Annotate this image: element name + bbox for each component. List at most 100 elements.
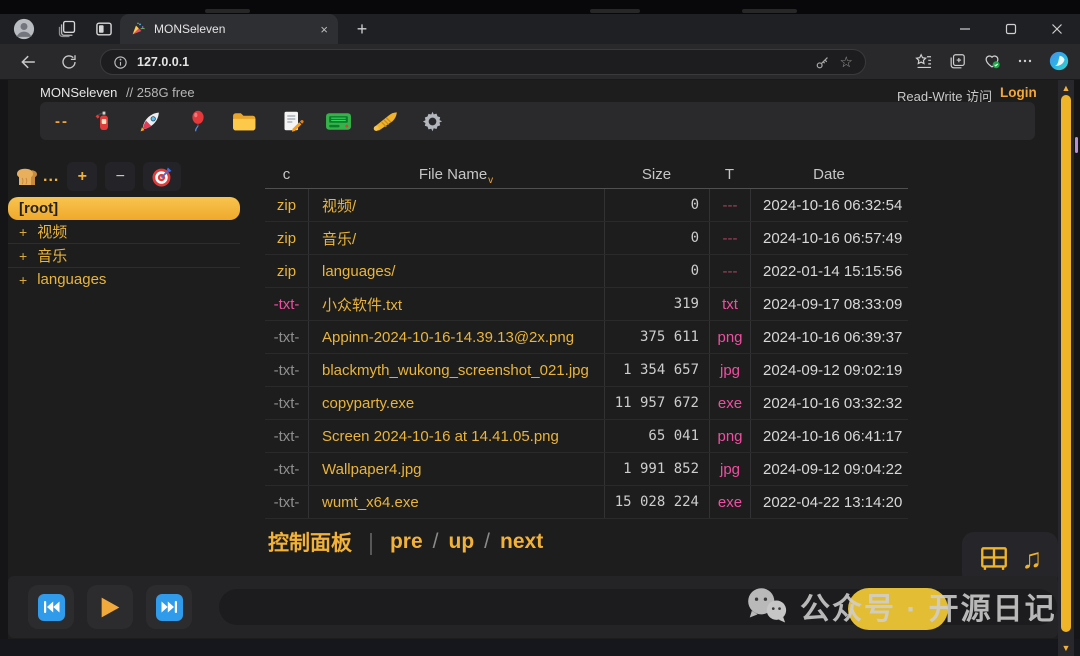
memo-icon[interactable] (278, 108, 305, 135)
file-action-link[interactable]: -txt- (265, 288, 308, 320)
trumpet-icon[interactable] (372, 108, 399, 135)
login-link[interactable]: Login (1000, 85, 1037, 100)
previous-track-button[interactable] (28, 585, 74, 629)
password-key-icon[interactable] (814, 54, 831, 71)
address-bar[interactable]: 127.0.0.1 ☆ (100, 49, 866, 75)
expand-toggle[interactable]: + (19, 272, 27, 288)
file-action-link[interactable]: -txt- (265, 354, 308, 386)
page-scrollbar[interactable]: ▲ ▼ (1058, 80, 1074, 656)
file-name-link[interactable]: Screen 2024-10-16 at 14.41.05.png (308, 420, 604, 452)
window-frame (1074, 80, 1080, 656)
file-date: 2024-09-12 09:02:19 (750, 354, 908, 386)
file-action-link[interactable]: zip (265, 189, 308, 221)
tree-item-视频[interactable]: +视频 (8, 220, 240, 243)
table-row: zip视频/0---2024-10-16 06:32:54 (265, 189, 908, 222)
new-tab-button[interactable]: + (350, 17, 374, 41)
file-action-link[interactable]: -txt- (265, 387, 308, 419)
column-header-type[interactable]: T (709, 166, 750, 183)
browser-tab[interactable]: MONSeleven × (120, 14, 338, 44)
favorites-list-icon[interactable] (914, 52, 933, 71)
table-row: -txt-Appinn-2024-10-16-14.39.13@2x.png37… (265, 321, 908, 354)
file-name-link[interactable]: 小众软件.txt (308, 288, 604, 320)
breadcrumb-toggle-button[interactable]: ... (8, 165, 59, 189)
browser-essentials-icon[interactable] (982, 51, 1002, 71)
file-date: 2024-09-12 09:04:22 (750, 453, 908, 485)
link-separator: / (484, 530, 490, 554)
next-track-button[interactable] (146, 585, 192, 629)
refresh-button[interactable] (58, 51, 80, 73)
file-name-link[interactable]: copyparty.exe (308, 387, 604, 419)
rocket-icon[interactable] (137, 108, 164, 135)
server-name[interactable]: MONSeleven (40, 85, 117, 100)
file-name-link[interactable]: 音乐/ (308, 222, 604, 254)
workspaces-icon[interactable] (55, 17, 79, 41)
copilot-icon[interactable] (1048, 50, 1070, 72)
watermark: 公众号 · 开源日记 (744, 584, 1057, 628)
site-info-icon[interactable] (113, 55, 128, 70)
column-header-size[interactable]: Size (604, 166, 709, 183)
gear-icon[interactable] (419, 108, 446, 135)
tree-item-音乐[interactable]: + 音乐 (8, 243, 240, 267)
up-link[interactable]: up (449, 530, 475, 554)
expand-toggle[interactable]: + (19, 224, 27, 240)
fire-extinguisher-icon[interactable] (90, 108, 117, 135)
file-table: c File Namev Size T Date zip视频/0---2024-… (265, 161, 908, 519)
pre-link[interactable]: pre (390, 530, 423, 554)
back-button[interactable] (18, 51, 40, 73)
tree-widen-button[interactable]: + (67, 162, 97, 191)
file-date: 2024-10-16 06:32:54 (750, 189, 908, 221)
file-type-badge: --- (709, 189, 750, 221)
watermark-text: 公众号 · 开源日记 (800, 584, 1057, 628)
close-button[interactable] (1034, 14, 1080, 44)
folder-icon[interactable] (231, 108, 258, 135)
file-action-link[interactable]: zip (265, 255, 308, 287)
scroll-up-arrow-icon[interactable]: ▲ (1058, 82, 1074, 94)
tree-item-languages[interactable]: +languages (8, 267, 240, 291)
file-action-link[interactable]: -txt- (265, 321, 308, 353)
file-action-link[interactable]: zip (265, 222, 308, 254)
control-panel-link[interactable]: 控制面板 (268, 527, 352, 557)
scrollbar-thumb[interactable] (1061, 95, 1071, 632)
file-name-link[interactable]: Appinn-2024-10-16-14.39.13@2x.png (308, 321, 604, 353)
nav-links: pre/up/next (390, 530, 543, 554)
expand-toggle[interactable]: + (19, 248, 27, 264)
next-link[interactable]: next (500, 530, 543, 554)
minimize-button[interactable] (942, 14, 988, 44)
tree-narrow-button[interactable]: − (105, 162, 135, 191)
file-name-link[interactable]: Wallpaper4.jpg (308, 453, 604, 485)
collapse-toolbar-button[interactable]: -- (55, 113, 69, 130)
scroll-down-arrow-icon[interactable]: ▼ (1058, 642, 1074, 654)
file-name-link[interactable]: wumt_x64.exe (308, 486, 604, 518)
table-header-row: c File Namev Size T Date (265, 161, 908, 189)
pager-icon[interactable] (325, 108, 352, 135)
file-action-link[interactable]: -txt- (265, 453, 308, 485)
jump-to-folder-button[interactable] (143, 162, 181, 191)
file-name-link[interactable]: blackmyth_wukong_screenshot_021.jpg (308, 354, 604, 386)
column-header-name[interactable]: File Namev (308, 166, 604, 183)
file-name-link[interactable]: 视频/ (308, 189, 604, 221)
profile-avatar[interactable] (12, 17, 36, 41)
column-header-c[interactable]: c (265, 166, 308, 183)
file-name-link[interactable]: languages/ (308, 255, 604, 287)
grid-view-icon[interactable] (978, 545, 1010, 573)
tab-bar: MONSeleven × + (0, 14, 1080, 44)
tree-item-label: 音乐 (37, 245, 67, 266)
favorite-star-icon[interactable]: ☆ (840, 53, 853, 71)
audio-player-icon[interactable]: ♫ (1022, 545, 1043, 573)
collections-icon[interactable] (948, 52, 967, 71)
url-text[interactable]: 127.0.0.1 (137, 55, 805, 69)
file-action-link[interactable]: -txt- (265, 486, 308, 518)
dots-label: ... (43, 168, 59, 186)
tab-close-icon[interactable]: × (320, 23, 328, 36)
split-screen-icon[interactable] (92, 17, 116, 41)
column-header-date[interactable]: Date (750, 166, 908, 183)
tree-item-root-selected[interactable]: [root] (8, 197, 240, 220)
file-action-link[interactable]: -txt- (265, 420, 308, 452)
maximize-button[interactable] (988, 14, 1034, 44)
balloon-icon[interactable] (184, 108, 211, 135)
operations-toolbar: -- (40, 102, 1035, 140)
more-menu-icon[interactable] (1017, 53, 1033, 69)
play-button[interactable] (87, 585, 133, 629)
browser-extensions-area (914, 50, 1070, 72)
screenshot-artifact (590, 9, 640, 13)
